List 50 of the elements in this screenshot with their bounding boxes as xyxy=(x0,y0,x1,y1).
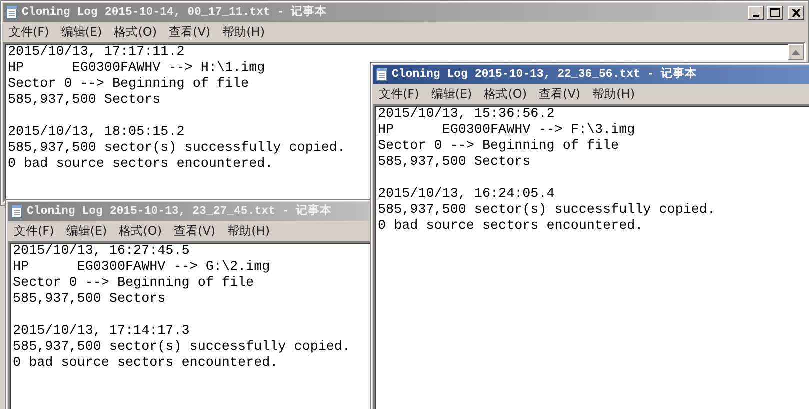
text-line: 2015/10/13, 17:14:17.3 xyxy=(13,324,190,340)
text-line: Sector 0 --> Beginning of file xyxy=(13,276,254,292)
menu-item[interactable]: 格式(O) xyxy=(119,222,162,240)
text-line: 2015/10/13, 16:24:05.4 xyxy=(378,187,555,203)
notepad-icon xyxy=(375,67,389,82)
text-line: HP EG0300FAWHV --> H:\1.img xyxy=(8,61,266,77)
text-line: 585,937,500 sector(s) successfully copied. xyxy=(13,340,350,356)
menu-item[interactable]: 帮助(H) xyxy=(592,85,635,103)
close-button[interactable] xyxy=(788,6,804,20)
window-title: Cloning Log 2015-10-13, 23_27_45.txt - 记事本 xyxy=(27,203,334,220)
text-line: 2015/10/13, 17:17:11.2 xyxy=(8,45,185,61)
text-line: HP EG0300FAWHV --> G:\2.img xyxy=(13,260,270,276)
up-arrow-icon xyxy=(792,50,800,54)
maximize-button[interactable] xyxy=(767,6,783,20)
text-line: 2015/10/13, 15:36:56.2 xyxy=(378,107,555,123)
text-line: 2015/10/13, 16:27:45.5 xyxy=(13,244,190,260)
minimize-icon xyxy=(753,15,759,17)
notepad-icon xyxy=(5,5,19,20)
text-line: 585,937,500 sector(s) successfully copied. xyxy=(378,203,716,219)
window-title: Cloning Log 2015-10-13, 22_36_56.txt - 记事本 xyxy=(392,66,698,83)
menu-item[interactable]: 帮助(H) xyxy=(228,222,270,240)
text-line: 0 bad source sectors encountered. xyxy=(8,157,274,173)
menu-item[interactable]: 编辑(E) xyxy=(431,85,472,103)
menu-item[interactable]: 帮助(H) xyxy=(222,23,265,41)
menu-item[interactable]: 文件(F) xyxy=(14,222,54,240)
text-line: Sector 0 --> Beginning of file xyxy=(8,77,250,93)
text-line: 585,937,500 Sectors xyxy=(378,155,531,171)
menu-item[interactable]: 查看(V) xyxy=(174,222,216,240)
text-line: 0 bad source sectors encountered. xyxy=(13,356,278,372)
text-line: 585,937,500 Sectors xyxy=(8,93,161,109)
text-line: HP EG0300FAWHV --> F:\3.img xyxy=(378,123,636,139)
menu-item[interactable]: 查看(V) xyxy=(169,23,211,41)
menu-item[interactable]: 文件(F) xyxy=(379,85,420,103)
text-line: 585,937,500 sector(s) successfully copied. xyxy=(8,141,346,157)
menu-item[interactable]: 格式(O) xyxy=(484,85,528,103)
menu-item[interactable]: 格式(O) xyxy=(114,23,158,41)
minimize-button[interactable] xyxy=(748,6,764,20)
text-line: 0 bad source sectors encountered. xyxy=(378,219,644,235)
text-line: Sector 0 --> Beginning of file xyxy=(378,139,620,155)
window-title: Cloning Log 2015-10-14, 00_17_11.txt - 记事本 xyxy=(22,4,328,21)
menu-item[interactable]: 编辑(E) xyxy=(66,222,108,240)
notepad-icon xyxy=(10,204,24,219)
scroll-up-button[interactable] xyxy=(788,44,804,60)
menu-item[interactable]: 文件(F) xyxy=(9,23,50,41)
menu-item[interactable]: 编辑(E) xyxy=(61,23,102,41)
close-icon xyxy=(792,8,800,16)
text-line: 2015/10/13, 18:05:15.2 xyxy=(8,125,185,141)
menu-item[interactable]: 查看(V) xyxy=(539,85,581,103)
maximize-icon xyxy=(770,8,780,17)
text-line: 585,937,500 Sectors xyxy=(13,292,166,308)
